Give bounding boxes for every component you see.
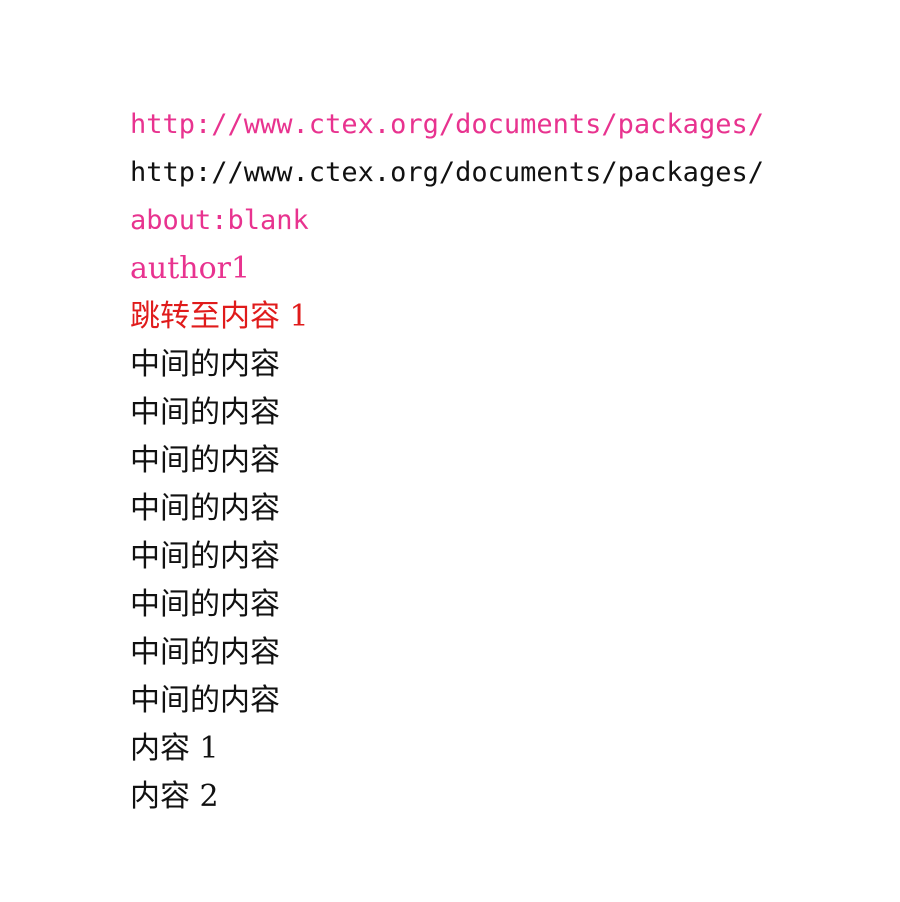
content-2-target: 内容 2 (130, 779, 219, 814)
about-blank-link[interactable]: about:blank (130, 197, 309, 245)
url-text-ctex-packages: http://www.ctex.org/documents/packages/ (130, 157, 764, 188)
middle-content-line: 中间的内容 (130, 347, 280, 382)
content-1-target: 内容 1 (130, 731, 219, 766)
author-link[interactable]: author1 (130, 245, 250, 293)
middle-content-line: 中间的内容 (130, 635, 280, 670)
jump-to-content-1-link[interactable]: 跳转至内容 1 (130, 293, 309, 341)
middle-content-line: 中间的内容 (130, 683, 280, 718)
middle-content-line: 中间的内容 (130, 491, 280, 526)
middle-content-line: 中间的内容 (130, 443, 280, 478)
middle-content-line: 中间的内容 (130, 539, 280, 574)
middle-content-line: 中间的内容 (130, 587, 280, 622)
url-link-ctex-packages[interactable]: http://www.ctex.org/documents/packages/ (130, 101, 764, 149)
document-page: http://www.ctex.org/documents/packages/ … (0, 0, 900, 902)
middle-content-line: 中间的内容 (130, 395, 280, 430)
